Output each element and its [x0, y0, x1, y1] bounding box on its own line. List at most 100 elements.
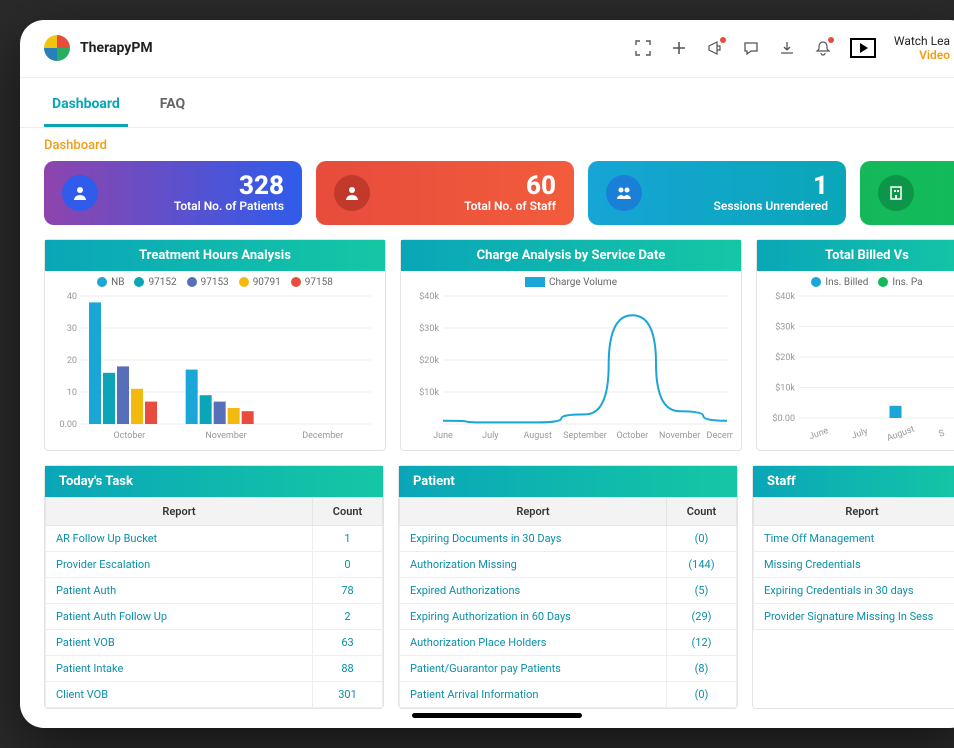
- report-cell[interactable]: AR Follow Up Bucket: [46, 525, 313, 551]
- svg-text:$20k: $20k: [419, 355, 439, 366]
- count-cell[interactable]: 2: [313, 603, 383, 629]
- legend-label: Ins. Pa: [892, 277, 922, 288]
- report-cell[interactable]: Expiring Documents in 30 Days: [400, 525, 667, 551]
- count-cell[interactable]: 0: [313, 551, 383, 577]
- stat-row: 328 Total No. of Patients 60 Total No. o…: [44, 161, 950, 225]
- table-row[interactable]: Patient Arrival Information(0): [400, 681, 737, 707]
- table-row[interactable]: Client VOB301: [46, 681, 383, 707]
- report-cell[interactable]: Authorization Place Holders: [400, 629, 667, 655]
- svg-text:November: November: [205, 431, 246, 441]
- svg-text:$10k: $10k: [775, 382, 795, 393]
- report-cell[interactable]: Patient/Guarantor pay Patients: [400, 655, 667, 681]
- count-cell[interactable]: (12): [667, 629, 737, 655]
- count-cell[interactable]: (0): [667, 525, 737, 551]
- report-cell[interactable]: Expiring Credentials in 30 days: [754, 577, 954, 603]
- count-cell[interactable]: 63: [313, 629, 383, 655]
- table-row[interactable]: Provider Escalation0: [46, 551, 383, 577]
- count-cell[interactable]: (8): [667, 655, 737, 681]
- svg-text:0.00: 0.00: [59, 420, 77, 430]
- tab-dashboard[interactable]: Dashboard: [44, 84, 128, 127]
- watch-video-label[interactable]: Watch Lea Video: [894, 34, 950, 63]
- svg-text:August: August: [886, 424, 916, 441]
- chat-icon[interactable]: [742, 39, 760, 57]
- report-cell[interactable]: Provider Signature Missing In Sess: [754, 603, 954, 629]
- table-row[interactable]: Patient/Guarantor pay Patients(8): [400, 655, 737, 681]
- report-cell[interactable]: Expiring Authorization in 60 Days: [400, 603, 667, 629]
- table-row[interactable]: Patient Auth Follow Up2: [46, 603, 383, 629]
- table-row[interactable]: Time Off Management: [754, 525, 954, 551]
- svg-text:December: December: [302, 431, 343, 441]
- report-cell[interactable]: Authorization Missing: [400, 551, 667, 577]
- stat-extra[interactable]: [860, 161, 954, 225]
- bar-chart: 0.0010203040OctoberNovemberDecember: [53, 292, 377, 442]
- patient-table: Report Count Expiring Documents in 30 Da…: [399, 497, 737, 708]
- chart-treatment-hours: Treatment Hours Analysis NB 97152 97153 …: [44, 239, 386, 451]
- table-row[interactable]: Expired Authorizations(5): [400, 577, 737, 603]
- table-row[interactable]: Authorization Missing(144): [400, 551, 737, 577]
- count-cell[interactable]: 78: [313, 577, 383, 603]
- bar-chart: $0.00$10k$20k$30k$40kJuneJulyAugustS: [765, 292, 954, 442]
- table-row[interactable]: Expiring Authorization in 60 Days(29): [400, 603, 737, 629]
- count-cell[interactable]: 1: [313, 525, 383, 551]
- panel-title: Patient: [399, 466, 737, 497]
- col-count: Count: [313, 497, 383, 525]
- count-cell[interactable]: (144): [667, 551, 737, 577]
- stat-patients[interactable]: 328 Total No. of Patients: [44, 161, 302, 225]
- app-window: TherapyPM Watch Lea Vi: [20, 20, 954, 728]
- table-row[interactable]: Expiring Credentials in 30 days: [754, 577, 954, 603]
- table-row[interactable]: Missing Credentials: [754, 551, 954, 577]
- chart-billed-vs: Total Billed Vs Ins. Billed Ins. Pa $0.0…: [756, 239, 954, 451]
- stat-sessions[interactable]: 1 Sessions Unrendered: [588, 161, 846, 225]
- count-cell[interactable]: 301: [313, 681, 383, 707]
- tasks-table: Report Count AR Follow Up Bucket1Provide…: [45, 497, 383, 708]
- brand: TherapyPM: [44, 35, 153, 61]
- report-cell[interactable]: Provider Escalation: [46, 551, 313, 577]
- charts-row: Treatment Hours Analysis NB 97152 97153 …: [44, 239, 950, 451]
- download-icon[interactable]: [778, 39, 796, 57]
- table-row[interactable]: Expiring Documents in 30 Days(0): [400, 525, 737, 551]
- bell-icon[interactable]: [814, 39, 832, 57]
- report-cell[interactable]: Patient Arrival Information: [400, 681, 667, 707]
- scroll-indicator[interactable]: [412, 713, 582, 718]
- chart-legend: Charge Volume: [409, 277, 733, 288]
- report-cell[interactable]: Patient VOB: [46, 629, 313, 655]
- chart-title: Charge Analysis by Service Date: [401, 240, 741, 271]
- breadcrumb: Dashboard: [20, 128, 954, 161]
- report-cell[interactable]: Expired Authorizations: [400, 577, 667, 603]
- count-cell[interactable]: 88: [313, 655, 383, 681]
- report-cell[interactable]: Time Off Management: [754, 525, 954, 551]
- col-report: Report: [400, 497, 667, 525]
- fullscreen-icon[interactable]: [634, 39, 652, 57]
- chart-legend: NB 97152 97153 90791 97158: [53, 277, 377, 288]
- report-cell[interactable]: Missing Credentials: [754, 551, 954, 577]
- stat-label: Total No. of Staff: [384, 199, 556, 213]
- report-cell[interactable]: Patient Intake: [46, 655, 313, 681]
- panel-title: Today's Task: [45, 466, 383, 497]
- report-cell[interactable]: Client VOB: [46, 681, 313, 707]
- svg-text:$40k: $40k: [419, 292, 439, 302]
- table-row[interactable]: Provider Signature Missing In Sess: [754, 603, 954, 629]
- count-cell[interactable]: (0): [667, 681, 737, 707]
- table-row[interactable]: Patient Intake88: [46, 655, 383, 681]
- count-cell[interactable]: (5): [667, 577, 737, 603]
- report-cell[interactable]: Patient Auth Follow Up: [46, 603, 313, 629]
- svg-text:$0.00: $0.00: [772, 413, 795, 424]
- table-row[interactable]: Patient VOB63: [46, 629, 383, 655]
- legend-label: 90791: [253, 277, 281, 288]
- announcement-icon[interactable]: [706, 39, 724, 57]
- svg-text:$10k: $10k: [419, 387, 439, 398]
- stat-label: Total No. of Patients: [112, 199, 284, 213]
- tab-faq[interactable]: FAQ: [152, 84, 193, 127]
- count-cell[interactable]: (29): [667, 603, 737, 629]
- col-report: Report: [46, 497, 313, 525]
- plus-icon[interactable]: [670, 39, 688, 57]
- table-row[interactable]: Patient Auth78: [46, 577, 383, 603]
- tabs: Dashboard FAQ: [20, 84, 954, 128]
- video-play-icon[interactable]: [850, 38, 876, 58]
- table-row[interactable]: Authorization Place Holders(12): [400, 629, 737, 655]
- svg-text:$30k: $30k: [775, 321, 795, 332]
- report-cell[interactable]: Patient Auth: [46, 577, 313, 603]
- legend-label: 97158: [305, 277, 333, 288]
- stat-staff[interactable]: 60 Total No. of Staff: [316, 161, 574, 225]
- table-row[interactable]: AR Follow Up Bucket1: [46, 525, 383, 551]
